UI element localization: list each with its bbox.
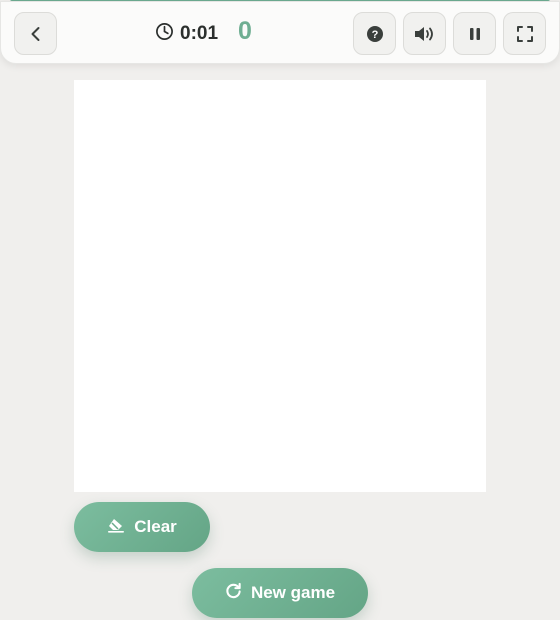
back-button[interactable]: [14, 12, 57, 55]
pause-icon: [468, 26, 482, 42]
chevron-left-icon: [27, 25, 45, 43]
clear-button[interactable]: Clear: [74, 502, 210, 552]
volume-icon: [413, 24, 437, 44]
eraser-icon: [107, 517, 125, 538]
timer: 0:01: [155, 21, 218, 47]
timer-value: 0:01: [180, 23, 219, 44]
clock-icon: [155, 22, 174, 47]
fullscreen-button[interactable]: [503, 12, 546, 55]
new-game-button-label: New game: [250, 583, 336, 602]
drawing-canvas[interactable]: [74, 80, 486, 492]
clear-button-label: Clear: [134, 517, 177, 536]
help-circle-icon: ?: [366, 25, 384, 43]
sound-button[interactable]: [403, 12, 446, 55]
help-button[interactable]: ?: [353, 12, 396, 55]
restart-icon: [225, 582, 242, 604]
fullscreen-icon: [516, 25, 534, 43]
score-value: 0: [238, 17, 252, 45]
svg-text:?: ?: [371, 29, 378, 41]
top-bar: 0:01 0 ?: [0, 1, 560, 64]
new-game-button[interactable]: New game: [192, 568, 368, 618]
pause-button[interactable]: [453, 12, 496, 55]
